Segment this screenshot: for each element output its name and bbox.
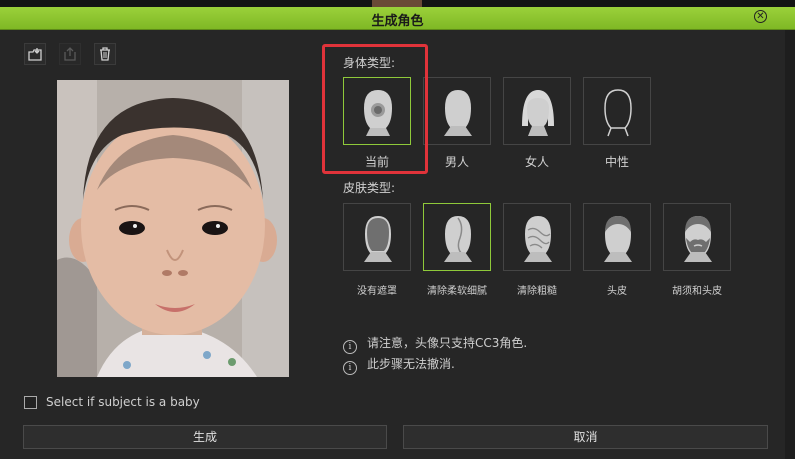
note-cc3-only: i 请注意，头像只支持CC3角色. [343,334,527,354]
skin-caption-scalp: 头皮 [607,286,627,297]
body-option-male[interactable] [423,77,491,145]
baby-checkbox-label[interactable]: Select if subject is a baby [46,395,200,409]
note-text: 此步骤无法撤消. [367,357,455,371]
skin-caption-beard-scalp: 胡须和头皮 [672,286,722,297]
scalp-head-icon [604,216,632,262]
annotation-highlight-box [322,44,428,174]
neutral-head-icon [604,89,632,137]
skin-option-scalp[interactable] [583,203,651,271]
generate-button[interactable]: 生成 [23,425,387,449]
skin-option-no-mask[interactable] [343,203,411,271]
info-icon: i [343,340,357,354]
import-button[interactable] [24,43,46,65]
smooth-skin-head-icon [444,216,472,262]
body-caption-neutral: 中性 [604,155,629,169]
note-no-undo: i 此步骤无法撤消. [343,355,455,375]
no-mask-head-icon [364,216,392,262]
delete-button[interactable] [94,43,116,65]
female-head-icon [522,90,554,136]
cancel-button[interactable]: 取消 [403,425,768,449]
skin-option-beard-scalp[interactable] [663,203,731,271]
close-icon[interactable]: ✕ [754,10,767,23]
skin-caption-smooth: 清除柔软细腻 [427,286,487,297]
export-icon [64,47,76,61]
body-caption-female: 女人 [524,155,549,169]
trash-icon [100,47,110,61]
body-option-neutral[interactable] [583,77,651,145]
skin-option-smooth[interactable] [423,203,491,271]
top-strip [0,0,795,7]
skin-caption-no-mask: 没有遮罩 [357,286,397,297]
subject-photo [57,80,289,377]
avatar-peek [372,0,422,7]
window-title: 生成角色 [371,14,424,29]
export-button[interactable] [59,43,81,65]
note-text: 请注意，头像只支持CC3角色. [367,336,528,350]
skin-type-label: 皮肤类型: [343,181,396,195]
body-caption-male: 男人 [444,155,469,169]
skin-caption-rough: 清除粗糙 [517,286,557,297]
rough-skin-head-icon [524,216,552,262]
import-icon [28,48,42,61]
title-bar: 生成角色 ✕ [0,7,795,30]
right-edge [785,30,795,459]
face-photo-image [57,80,289,377]
male-head-icon [444,90,472,136]
info-icon: i [343,361,357,375]
body-option-female[interactable] [503,77,571,145]
skin-option-rough[interactable] [503,203,571,271]
baby-checkbox[interactable] [24,396,37,409]
beard-scalp-head-icon [684,216,712,262]
